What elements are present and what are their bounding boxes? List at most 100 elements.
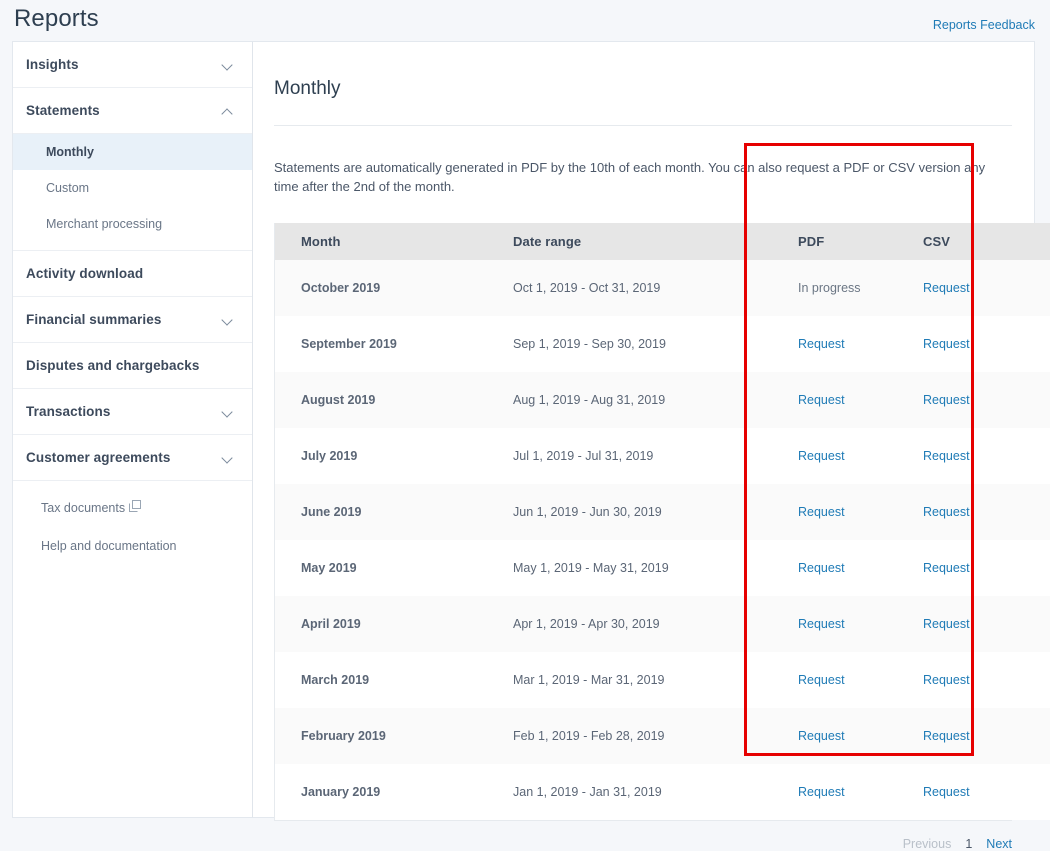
nav-group-insights: Insights — [13, 42, 252, 88]
sidebar-subitem-label: Merchant processing — [46, 217, 163, 231]
cell-pdf: Request — [772, 764, 897, 821]
table-header: Month Date range PDF CSV — [275, 223, 1050, 261]
csv-request-link[interactable]: Request — [923, 561, 970, 575]
cell-pdf: Request — [772, 428, 897, 485]
sidebar-item-activity-download[interactable]: Activity download — [13, 251, 252, 296]
cell-spacer — [1022, 540, 1050, 597]
sidebar-item-statements[interactable]: Statements — [13, 88, 252, 133]
sidebar-item-monthly[interactable]: Monthly — [13, 134, 252, 170]
sidebar-item-tax-documents[interactable]: Tax documents — [13, 489, 252, 527]
pdf-request-link[interactable]: Request — [798, 449, 845, 463]
cell-spacer — [1022, 652, 1050, 709]
table-row: April 2019 Apr 1, 2019 - Apr 30, 2019 Requ… — [275, 596, 1050, 653]
sidebar-subitem-label: Custom — [46, 181, 90, 195]
csv-request-link[interactable]: Request — [923, 505, 970, 519]
cell-month: April 2019 — [275, 596, 487, 653]
intro-description: Statements are automatically generated i… — [274, 160, 986, 195]
column-header-month: Month — [275, 223, 487, 261]
pdf-request-link[interactable]: Request — [798, 617, 845, 631]
sidebar-item-label: Activity download — [26, 266, 144, 281]
table-header-row: Month Date range PDF CSV — [275, 223, 1050, 261]
pdf-request-link[interactable]: Request — [798, 561, 845, 575]
csv-request-link[interactable]: Request — [923, 617, 970, 631]
statements-table-wrapper: Month Date range PDF CSV October 2019 Oct… — [274, 223, 1050, 822]
sidebar-item-label: Disputes and chargebacks — [26, 358, 200, 373]
table-row: August 2019 Aug 1, 2019 - Aug 31, 2019 Req… — [275, 372, 1050, 429]
csv-request-link[interactable]: Request — [923, 281, 970, 295]
pdf-request-link[interactable]: Request — [798, 673, 845, 687]
cell-date-range: Apr 1, 2019 - Apr 30, 2019 — [487, 596, 772, 653]
pdf-request-link[interactable]: Request — [798, 785, 845, 799]
chevron-down-icon — [222, 406, 234, 418]
cell-month: February 2019 — [275, 708, 487, 765]
reports-feedback-link[interactable]: Reports Feedback — [933, 18, 1035, 32]
sidebar-footer-links: Tax documents Help and documentation — [13, 481, 252, 565]
csv-request-link[interactable]: Request — [923, 673, 970, 687]
column-header-pdf: PDF — [772, 223, 897, 261]
table-row: September 2019 Sep 1, 2019 - Sep 30, 2019… — [275, 316, 1050, 373]
sidebar-item-help-and-documentation[interactable]: Help and documentation — [13, 527, 252, 565]
cell-date-range: Feb 1, 2019 - Feb 28, 2019 — [487, 708, 772, 765]
table-row: October 2019 Oct 1, 2019 - Oct 31, 2019 In… — [275, 260, 1050, 317]
cell-pdf: Request — [772, 708, 897, 765]
sidebar-item-custom[interactable]: Custom — [13, 170, 252, 206]
cell-pdf: Request — [772, 484, 897, 541]
cell-spacer — [1022, 372, 1050, 429]
section-title: Monthly — [274, 77, 341, 99]
pagination-previous[interactable]: Previous — [903, 837, 952, 851]
sidebar-item-transactions[interactable]: Transactions — [13, 389, 252, 434]
cell-month: January 2019 — [275, 764, 487, 821]
csv-request-link[interactable]: Request — [923, 393, 970, 407]
pdf-request-link[interactable]: Request — [798, 729, 845, 743]
table-row: February 2019 Feb 1, 2019 - Feb 28, 2019 R… — [275, 708, 1050, 765]
table-row: March 2019 Mar 1, 2019 - Mar 31, 2019 Requ… — [275, 652, 1050, 709]
sidebar-item-label: Financial summaries — [26, 312, 162, 327]
cell-date-range: Jan 1, 2019 - Jan 31, 2019 — [487, 764, 772, 821]
cell-csv: Request — [897, 596, 1022, 653]
page-title: Reports — [14, 5, 99, 32]
pdf-request-link[interactable]: Request — [798, 337, 845, 351]
sidebar-subitem-label: Tax documents — [41, 501, 126, 515]
cell-month: May 2019 — [275, 540, 487, 597]
cell-month: June 2019 — [275, 484, 487, 541]
table-row: May 2019 May 1, 2019 - May 31, 2019 Reques… — [275, 540, 1050, 597]
cell-csv: Request — [897, 428, 1022, 485]
cell-pdf: Request — [772, 652, 897, 709]
sidebar-item-financial-summaries[interactable]: Financial summaries — [13, 297, 252, 342]
sidebar-item-label: Transactions — [26, 404, 111, 419]
cell-date-range: Sep 1, 2019 - Sep 30, 2019 — [487, 316, 772, 373]
cell-spacer — [1022, 596, 1050, 653]
csv-request-link[interactable]: Request — [923, 785, 970, 799]
chevron-down-icon — [222, 452, 234, 464]
sidebar-item-insights[interactable]: Insights — [13, 42, 252, 87]
sidebar-subitem-label: Monthly — [46, 145, 94, 159]
sidebar-item-disputes-and-chargebacks[interactable]: Disputes and chargebacks — [13, 343, 252, 388]
table-row: January 2019 Jan 1, 2019 - Jan 31, 2019 Re… — [275, 764, 1050, 821]
cell-csv: Request — [897, 764, 1022, 821]
chevron-up-icon — [222, 105, 234, 117]
pdf-request-link[interactable]: Request — [798, 505, 845, 519]
nav-group-activity-download: Activity download — [13, 251, 252, 297]
sidebar-item-customer-agreements[interactable]: Customer agreements — [13, 435, 252, 480]
cell-pdf: Request — [772, 316, 897, 373]
pagination-current-page: 1 — [965, 837, 973, 851]
cell-csv: Request — [897, 708, 1022, 765]
cell-spacer — [1022, 260, 1050, 317]
pagination-next[interactable]: Next — [986, 837, 1012, 851]
csv-request-link[interactable]: Request — [923, 449, 970, 463]
sidebar-item-merchant-processing[interactable]: Merchant processing — [13, 206, 252, 242]
main-content-panel: Monthly Statements are automatically gen… — [253, 41, 1050, 851]
cell-month: March 2019 — [275, 652, 487, 709]
cell-date-range: Jul 1, 2019 - Jul 31, 2019 — [487, 428, 772, 485]
pdf-request-link[interactable]: Request — [798, 393, 845, 407]
cell-month: August 2019 — [275, 372, 487, 429]
csv-request-link[interactable]: Request — [923, 337, 970, 351]
cell-csv: Request — [897, 540, 1022, 597]
table-row: June 2019 Jun 1, 2019 - Jun 30, 2019 Reque… — [275, 484, 1050, 541]
csv-request-link[interactable]: Request — [923, 729, 970, 743]
cell-csv: Request — [897, 484, 1022, 541]
cell-csv: Request — [897, 316, 1022, 373]
sidebar-navigation: Insights Statements Monthly Custom Merch… — [12, 41, 253, 818]
cell-csv: Request — [897, 652, 1022, 709]
cell-date-range: Mar 1, 2019 - Mar 31, 2019 — [487, 652, 772, 709]
